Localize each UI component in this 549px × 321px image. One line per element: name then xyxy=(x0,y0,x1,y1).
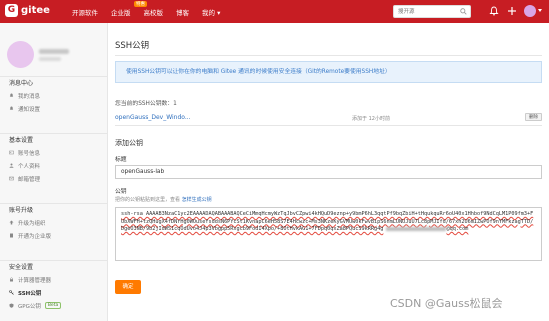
profile-name-blurred xyxy=(39,48,69,61)
mail-icon xyxy=(9,176,14,181)
main-content: SSH公钥 使用SSH公钥可以让你在你的电脑和 Gitee 通讯的时候使用安全连… xyxy=(108,23,549,321)
divider xyxy=(115,55,542,56)
how-to-generate-link[interactable]: 怎样生成公钥 xyxy=(182,197,212,203)
key-email-suffix: @qq.com xyxy=(446,226,469,232)
sidebar-group-title: 账号升级 xyxy=(0,203,107,216)
sidebar-group-title: 基本设置 xyxy=(0,133,107,146)
bell-settings-icon xyxy=(9,106,14,110)
public-key-label: 公钥 xyxy=(115,189,127,195)
settings-sidebar: 消息中心 我的消息 通知设置 基本设置 账号信息 个人资料 邮箱管理 账号升级 … xyxy=(0,23,108,321)
search-icon[interactable] xyxy=(460,8,467,15)
lock-icon xyxy=(10,277,13,282)
sidebar-item-label: 个人资料 xyxy=(18,163,41,170)
public-key-hint: 把你的公钥粘贴到这里，查看 怎样生成公钥 xyxy=(115,196,212,203)
shield-icon xyxy=(9,303,14,308)
delete-key-button[interactable]: 删除 xyxy=(525,113,542,121)
sidebar-group-title: 安全设置 xyxy=(0,260,107,273)
ssh-key-added-time: 添加于 12小时前 xyxy=(352,116,390,122)
sidebar-group-messages: 消息中心 我的消息 通知设置 xyxy=(0,76,107,115)
upgrade-icon xyxy=(9,220,14,225)
logo-text: gitee xyxy=(21,5,50,16)
add-key-heading: 添加公钥 xyxy=(115,139,143,147)
sidebar-group-security: 安全设置 计算器管理器 SSH公钥 GPG公钥 Beta xyxy=(0,260,107,312)
sidebar-item-label: 账号信息 xyxy=(18,150,41,157)
ssh-key-name-link[interactable]: openGauss_Dev_Windo... xyxy=(115,114,191,121)
nav-item-blog[interactable]: 博客 xyxy=(176,7,189,17)
sidebar-item-password[interactable]: 计算器管理器 xyxy=(0,273,107,286)
sidebar-item-label: GPG公钥 xyxy=(18,303,41,310)
gitee-logo[interactable]: G gitee xyxy=(5,4,50,17)
info-notice: 使用SSH公钥可以让你在你的电脑和 Gitee 通讯的时候使用安全连接（Git的… xyxy=(115,61,542,83)
sidebar-item-label: 计算器管理器 xyxy=(18,277,52,284)
sidebar-item-label: 升级为组织 xyxy=(18,220,46,227)
sidebar-item-email[interactable]: 邮箱管理 xyxy=(0,172,107,185)
key-title-input[interactable]: openGauss-lab xyxy=(115,165,542,179)
bell-icon[interactable] xyxy=(489,6,499,16)
bell-icon xyxy=(9,93,14,97)
sidebar-group-title: 消息中心 xyxy=(0,76,107,89)
nav-item-open-source[interactable]: 开源软件 xyxy=(72,7,98,17)
sidebar-group-upgrade: 账号升级 升级为组织 开通为企业版 xyxy=(0,203,107,242)
sidebar-item-account-info[interactable]: 账号信息 xyxy=(0,146,107,159)
sidebar-item-enterprise[interactable]: 开通为企业版 xyxy=(0,229,107,242)
search-input[interactable] xyxy=(394,6,456,17)
chevron-down-icon[interactable] xyxy=(538,9,542,12)
sidebar-item-gpg-keys[interactable]: GPG公钥 Beta xyxy=(0,299,107,312)
title-label: 标题 xyxy=(115,157,127,163)
sidebar-item-ssh-keys[interactable]: SSH公钥 xyxy=(0,286,107,299)
sidebar-item-profile[interactable]: 个人资料 xyxy=(0,159,107,172)
user-icon xyxy=(9,163,14,168)
public-key-textarea[interactable]: ssh-rsa AAAAB3NzaC1yc2EAAAADAQABAAABAQCe… xyxy=(115,207,542,261)
id-card-icon xyxy=(9,150,14,155)
watermark: CSDN @Gauss松鼠会 xyxy=(390,297,503,310)
hint-text: 把你的公钥粘贴到这里，查看 xyxy=(115,197,181,203)
redacted-email xyxy=(386,226,447,231)
sidebar-item-upgrade-org[interactable]: 升级为组织 xyxy=(0,216,107,229)
public-key-value: ssh-rsa AAAAB3NzaC1yc2EAAAADAQABAAABAQCe… xyxy=(121,211,534,232)
ssh-key-row: openGauss_Dev_Windo... 添加于 12小时前 删除 xyxy=(115,109,542,126)
plus-icon[interactable] xyxy=(507,6,517,16)
sidebar-item-label: SSH公钥 xyxy=(18,290,42,297)
sidebar-item-label: 开通为企业版 xyxy=(18,233,52,240)
nav-item-mine[interactable]: 我的 ▾ xyxy=(202,7,220,17)
sidebar-group-basic: 基本设置 账号信息 个人资料 邮箱管理 xyxy=(0,133,107,185)
ssh-key-count: 您当前的SSH公钥数：1 xyxy=(115,101,177,107)
sidebar-item-my-messages[interactable]: 我的消息 xyxy=(0,89,107,102)
logo-mark-icon: G xyxy=(5,4,18,17)
sidebar-item-label: 邮箱管理 xyxy=(18,176,41,183)
building-icon xyxy=(10,233,13,238)
sidebar-item-label: 我的消息 xyxy=(18,93,41,100)
beta-badge: Beta xyxy=(44,302,62,309)
nav-item-enterprise-label: 企业版 xyxy=(111,8,131,17)
nav-item-enterprise[interactable]: 企业版 特惠 xyxy=(111,0,147,17)
top-navbar: G gitee 开源软件 企业版 特惠 高校版 博客 我的 ▾ xyxy=(0,0,549,23)
key-icon xyxy=(9,290,14,295)
search-box[interactable] xyxy=(393,5,471,18)
sidebar-item-notify-settings[interactable]: 通知设置 xyxy=(0,102,107,115)
nav-item-education[interactable]: 高校版 xyxy=(144,7,164,17)
submit-button[interactable]: 确定 xyxy=(115,280,141,294)
sidebar-item-label: 通知设置 xyxy=(18,106,41,113)
user-avatar[interactable] xyxy=(524,5,536,17)
avatar[interactable] xyxy=(7,41,34,68)
profile-card[interactable] xyxy=(7,41,69,68)
nav-item-mine-label: 我的 xyxy=(202,8,215,17)
main-nav: 开源软件 企业版 特惠 高校版 博客 我的 ▾ xyxy=(72,0,233,23)
page-title: SSH公钥 xyxy=(115,41,150,51)
